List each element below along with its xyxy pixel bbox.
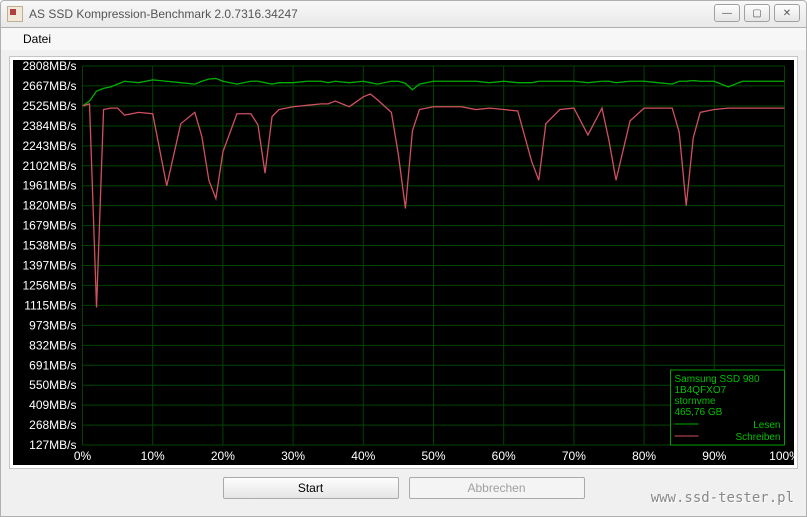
- chart-frame: 127MB/s 268MB/s 409MB/s 550MB/s 691MB/s 832MB…: [9, 56, 798, 469]
- svg-text:1B4QFXO7: 1B4QFXO7: [675, 385, 727, 396]
- svg-text:691MB/s: 691MB/s: [29, 358, 76, 372]
- svg-text:2667MB/s: 2667MB/s: [22, 79, 76, 93]
- svg-text:0%: 0%: [74, 449, 92, 463]
- menu-file[interactable]: Datei: [15, 30, 59, 48]
- svg-text:2525MB/s: 2525MB/s: [22, 99, 76, 113]
- maximize-button[interactable]: ▢: [744, 4, 770, 22]
- svg-text:Samsung SSD 980: Samsung SSD 980: [675, 374, 760, 385]
- svg-text:2384MB/s: 2384MB/s: [22, 119, 76, 133]
- svg-text:268MB/s: 268MB/s: [29, 418, 76, 432]
- svg-text:2243MB/s: 2243MB/s: [22, 139, 76, 153]
- svg-text:90%: 90%: [702, 449, 726, 463]
- svg-text:550MB/s: 550MB/s: [29, 378, 76, 392]
- svg-text:973MB/s: 973MB/s: [29, 318, 76, 332]
- svg-text:127MB/s: 127MB/s: [29, 438, 76, 452]
- svg-text:stornvme: stornvme: [675, 396, 717, 407]
- window-title: AS SSD Kompression-Benchmark 2.0.7316.34…: [29, 7, 298, 21]
- cancel-button: Abbrechen: [409, 477, 585, 499]
- svg-text:2102MB/s: 2102MB/s: [22, 159, 76, 173]
- window-controls: — ▢ ✕: [714, 4, 800, 22]
- chart-svg: 127MB/s 268MB/s 409MB/s 550MB/s 691MB/s 832MB…: [13, 60, 794, 465]
- svg-text:832MB/s: 832MB/s: [29, 338, 76, 352]
- svg-text:80%: 80%: [632, 449, 656, 463]
- svg-text:2808MB/s: 2808MB/s: [22, 60, 76, 73]
- svg-text:Schreiben: Schreiben: [735, 432, 780, 443]
- svg-text:465,76 GB: 465,76 GB: [675, 407, 723, 418]
- app-icon: [7, 6, 23, 22]
- svg-text:20%: 20%: [211, 449, 235, 463]
- svg-text:1679MB/s: 1679MB/s: [22, 219, 76, 233]
- start-button[interactable]: Start: [223, 477, 399, 499]
- svg-text:1820MB/s: 1820MB/s: [22, 199, 76, 213]
- close-button[interactable]: ✕: [774, 4, 800, 22]
- watermark: www.ssd-tester.pl: [651, 490, 794, 506]
- titlebar: AS SSD Kompression-Benchmark 2.0.7316.34…: [0, 0, 807, 28]
- content-area: 127MB/s 268MB/s 409MB/s 550MB/s 691MB/s 832MB…: [0, 50, 807, 517]
- svg-text:30%: 30%: [281, 449, 305, 463]
- svg-text:1115MB/s: 1115MB/s: [24, 298, 76, 312]
- svg-text:70%: 70%: [562, 449, 586, 463]
- svg-text:1538MB/s: 1538MB/s: [22, 239, 76, 253]
- svg-text:1397MB/s: 1397MB/s: [22, 258, 76, 272]
- chart: 127MB/s 268MB/s 409MB/s 550MB/s 691MB/s 832MB…: [13, 60, 794, 465]
- svg-text:Lesen: Lesen: [753, 420, 780, 431]
- svg-text:40%: 40%: [351, 449, 375, 463]
- svg-text:1256MB/s: 1256MB/s: [22, 278, 76, 292]
- svg-text:60%: 60%: [492, 449, 516, 463]
- menubar: Datei: [0, 28, 807, 50]
- svg-text:10%: 10%: [141, 449, 165, 463]
- svg-text:100%: 100%: [769, 449, 794, 463]
- svg-text:409MB/s: 409MB/s: [29, 398, 76, 412]
- svg-text:1961MB/s: 1961MB/s: [22, 179, 76, 193]
- minimize-button[interactable]: —: [714, 4, 740, 22]
- svg-text:50%: 50%: [421, 449, 445, 463]
